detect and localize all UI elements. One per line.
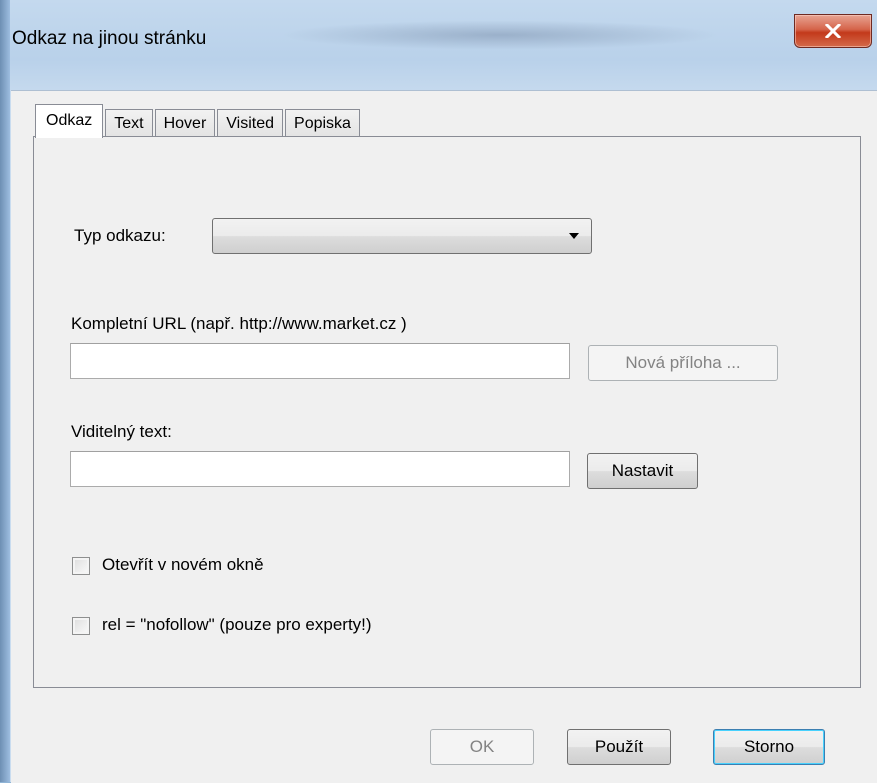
visible-text-input[interactable] [70,451,570,487]
new-attachment-button[interactable]: Nová příloha ... [588,345,778,381]
url-label: Kompletní URL (např. http://www.market.c… [71,314,407,333]
dialog-window: Odkaz na jinou stránku Odkaz Text Hover … [0,0,877,783]
tab-odkaz[interactable]: Odkaz [35,104,104,138]
tab-visited[interactable]: Visited [217,109,284,137]
close-button[interactable] [794,14,872,48]
nofollow-label: rel = "nofollow" (pouze pro experty!) [102,615,372,634]
open-new-window-checkbox[interactable] [72,557,90,575]
close-icon [825,24,841,38]
cancel-button[interactable]: Storno [713,729,825,765]
tab-panel-odkaz: Typ odkazu: Kompletní URL (např. http://… [33,136,861,688]
url-input[interactable] [70,343,570,379]
ok-button[interactable]: OK [430,729,534,765]
tab-popiska[interactable]: Popiska [285,109,360,137]
tab-text[interactable]: Text [105,109,153,137]
link-type-select[interactable] [212,218,592,254]
dialog-client-area: Odkaz Text Hover Visited Popiska Typ odk… [11,90,877,783]
apply-button[interactable]: Použít [567,729,671,765]
nofollow-checkbox[interactable] [72,617,90,635]
set-button[interactable]: Nastavit [587,453,698,489]
window-title: Odkaz na jinou stránku [12,28,207,49]
chevron-down-icon [569,233,579,239]
tab-strip: Odkaz Text Hover Visited Popiska [35,101,362,138]
window-left-edge [0,0,10,782]
open-new-window-label: Otevřít v novém okně [102,555,264,574]
tab-hover[interactable]: Hover [154,109,216,137]
titlebar-background-blur [280,20,720,50]
visible-text-label: Viditelný text: [71,422,172,441]
link-type-label: Typ odkazu: [74,226,166,245]
